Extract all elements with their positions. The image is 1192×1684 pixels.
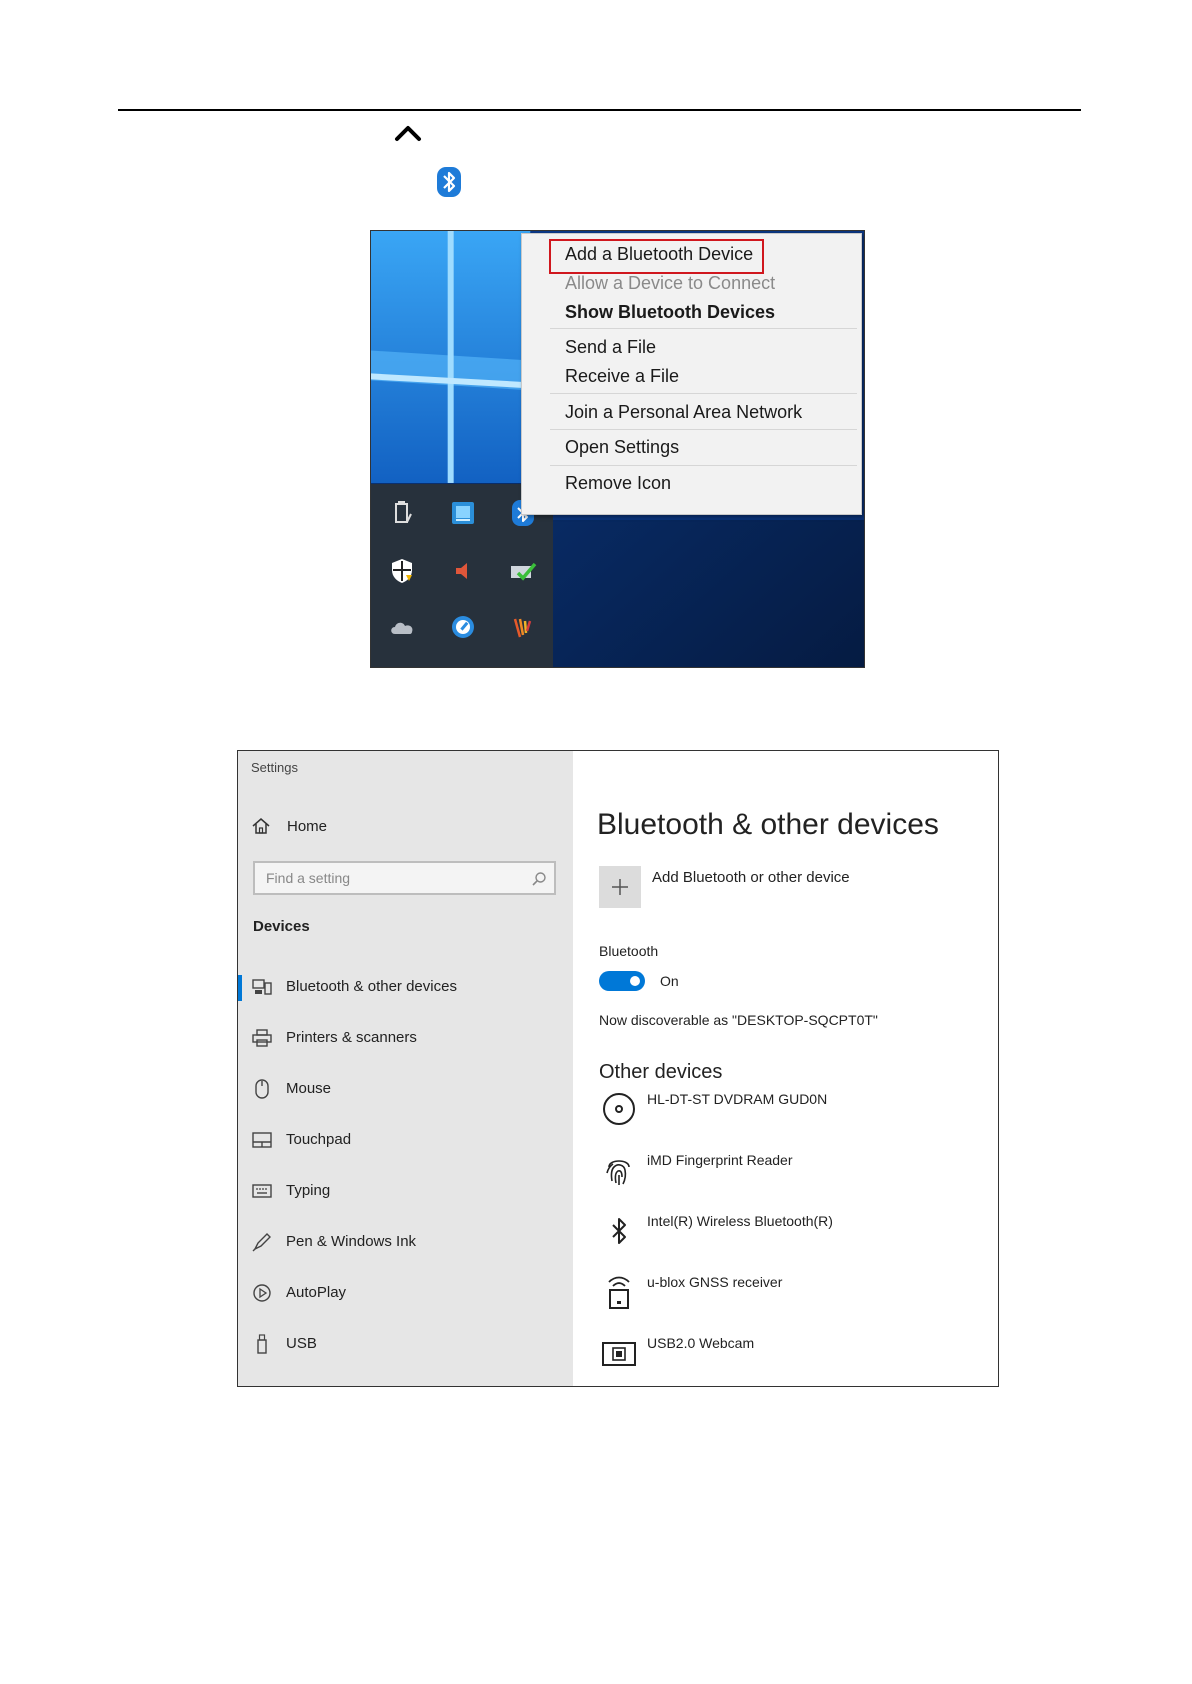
sidebar-item-typing[interactable]: Typing bbox=[238, 1176, 573, 1206]
other-devices-heading: Other devices bbox=[599, 1061, 723, 1083]
menu-item-show-bluetooth-devices[interactable]: Show Bluetooth Devices bbox=[565, 302, 775, 323]
support-assist-tray-icon[interactable] bbox=[449, 613, 477, 641]
settings-sidebar: Settings Home Find a setting Devices Blu… bbox=[238, 751, 573, 1386]
pen-icon bbox=[252, 1232, 272, 1252]
onedrive-cloud-tray-icon[interactable] bbox=[388, 613, 416, 641]
sidebar-item-label: USB bbox=[286, 1335, 317, 1352]
show-hidden-icons-caret-icon bbox=[395, 126, 421, 141]
settings-main-panel: Bluetooth & other devices Add Bluetooth … bbox=[573, 751, 998, 1386]
usb-icon bbox=[252, 1334, 272, 1354]
device-name: Intel(R) Wireless Bluetooth(R) bbox=[647, 1213, 833, 1229]
gnss-receiver-icon bbox=[599, 1270, 639, 1314]
sidebar-item-label: Pen & Windows Ink bbox=[286, 1233, 417, 1250]
bluetooth-context-menu: Add a Bluetooth Device Allow a Device to… bbox=[521, 233, 862, 515]
sidebar-item-label: Bluetooth & other devices bbox=[286, 978, 457, 995]
page-title: Bluetooth & other devices bbox=[597, 808, 939, 841]
horizontal-rule bbox=[118, 109, 1081, 111]
bluetooth-icon bbox=[599, 1209, 639, 1253]
device-item[interactable]: USB2.0 Webcam bbox=[599, 1331, 998, 1375]
window-title: Settings bbox=[251, 760, 298, 775]
audio-app-tray-icon[interactable] bbox=[509, 613, 537, 641]
menu-item-add-bluetooth-device[interactable]: Add a Bluetooth Device bbox=[565, 244, 753, 265]
network-check-tray-icon[interactable] bbox=[509, 557, 537, 585]
menu-item-remove-icon[interactable]: Remove Icon bbox=[565, 473, 671, 494]
device-name: HL-DT-ST DVDRAM GUD0N bbox=[647, 1091, 828, 1107]
search-placeholder: Find a setting bbox=[266, 870, 351, 886]
security-shield-tray-icon[interactable] bbox=[388, 557, 416, 585]
intel-graphics-tray-icon[interactable] bbox=[449, 499, 477, 527]
sidebar-item-label: Mouse bbox=[286, 1080, 332, 1097]
menu-separator bbox=[550, 393, 857, 394]
settings-window-screenshot: Settings Home Find a setting Devices Blu… bbox=[237, 750, 999, 1387]
menu-item-receive-a-file[interactable]: Receive a File bbox=[565, 366, 679, 387]
device-item[interactable]: Intel(R) Wireless Bluetooth(R) bbox=[599, 1209, 998, 1253]
device-item[interactable]: iMD Fingerprint Reader bbox=[599, 1148, 998, 1192]
add-device-label[interactable]: Add Bluetooth or other device bbox=[652, 869, 850, 886]
menu-separator bbox=[550, 429, 857, 430]
sidebar-item-autoplay[interactable]: AutoPlay bbox=[238, 1278, 573, 1308]
menu-separator bbox=[550, 465, 857, 466]
menu-item-open-settings[interactable]: Open Settings bbox=[565, 437, 679, 458]
home-icon bbox=[252, 818, 270, 834]
sidebar-item-label: Printers & scanners bbox=[286, 1029, 417, 1046]
device-name: iMD Fingerprint Reader bbox=[647, 1152, 793, 1168]
bluetooth-tray-icon bbox=[437, 167, 461, 197]
sidebar-item-label: Touchpad bbox=[286, 1131, 352, 1148]
toggle-knob bbox=[630, 976, 640, 986]
autoplay-icon bbox=[252, 1283, 272, 1303]
bluetooth-devices-icon bbox=[252, 977, 272, 997]
device-name: u-blox GNSS receiver bbox=[647, 1274, 783, 1290]
home-label: Home bbox=[287, 817, 328, 835]
toggle-state-label: On bbox=[660, 973, 679, 989]
devices-section-heading: Devices bbox=[253, 918, 310, 935]
find-setting-search-input[interactable]: Find a setting bbox=[253, 861, 556, 895]
sidebar-item-label: Typing bbox=[286, 1182, 331, 1199]
printer-icon bbox=[252, 1028, 272, 1048]
bluetooth-label: Bluetooth bbox=[599, 943, 659, 959]
menu-item-allow-device-to-connect: Allow a Device to Connect bbox=[565, 273, 776, 293]
tray-context-menu-screenshot: Add a Bluetooth Device Allow a Device to… bbox=[370, 230, 865, 668]
home-nav-item[interactable]: Home bbox=[251, 815, 327, 837]
touchpad-icon bbox=[252, 1130, 272, 1150]
menu-item-send-a-file[interactable]: Send a File bbox=[565, 337, 656, 358]
device-item[interactable]: HL-DT-ST DVDRAM GUD0N bbox=[599, 1087, 998, 1131]
webcam-icon bbox=[599, 1331, 639, 1375]
plus-icon bbox=[612, 879, 628, 895]
sidebar-item-usb[interactable]: USB bbox=[238, 1329, 573, 1359]
volume-muted-tray-icon[interactable] bbox=[449, 557, 477, 585]
sidebar-item-touchpad[interactable]: Touchpad bbox=[238, 1125, 573, 1155]
menu-separator bbox=[550, 328, 857, 329]
bluetooth-toggle[interactable] bbox=[599, 971, 645, 991]
sidebar-item-mouse[interactable]: Mouse bbox=[238, 1074, 573, 1104]
sidebar-item-bluetooth-other-devices[interactable]: Bluetooth & other devices bbox=[238, 972, 573, 1002]
device-name: USB2.0 Webcam bbox=[647, 1335, 755, 1351]
mouse-icon bbox=[252, 1079, 272, 1099]
sidebar-item-pen-windows-ink[interactable]: Pen & Windows Ink bbox=[238, 1227, 573, 1257]
sidebar-item-printers-scanners[interactable]: Printers & scanners bbox=[238, 1023, 573, 1053]
disc-drive-icon bbox=[599, 1087, 639, 1131]
keyboard-icon bbox=[252, 1181, 272, 1201]
usb-drive-tray-icon[interactable] bbox=[388, 499, 416, 527]
search-icon bbox=[532, 872, 546, 886]
device-item[interactable]: u-blox GNSS receiver bbox=[599, 1270, 998, 1314]
add-device-button[interactable] bbox=[599, 866, 641, 908]
fingerprint-icon bbox=[599, 1148, 639, 1192]
discoverable-text: Now discoverable as "DESKTOP-SQCPT0T" bbox=[599, 1012, 878, 1028]
sidebar-item-label: AutoPlay bbox=[286, 1284, 347, 1301]
menu-item-join-personal-area-network[interactable]: Join a Personal Area Network bbox=[565, 402, 802, 423]
selected-indicator bbox=[238, 975, 242, 1001]
